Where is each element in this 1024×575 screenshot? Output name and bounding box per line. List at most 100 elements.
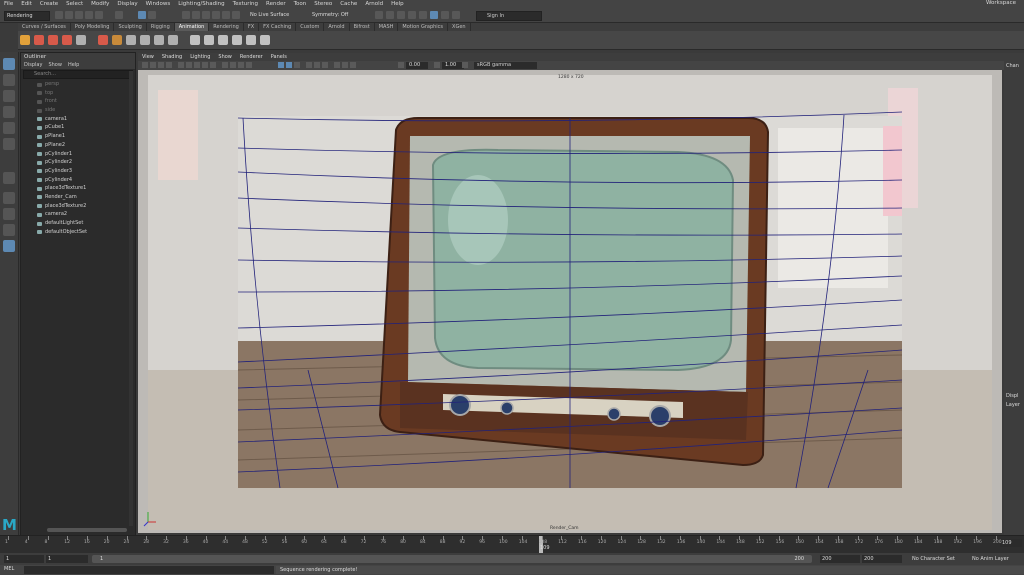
textured-icon[interactable] [278,62,284,68]
outliner-search-input[interactable]: Search... [23,70,133,79]
layout-four-icon[interactable] [3,192,15,204]
undo-icon[interactable] [85,11,93,19]
view-transform-dropdown[interactable]: sRGB gamma [474,62,537,69]
menu-lighting-shading[interactable]: Lighting/Shading [174,1,228,7]
outliner-item[interactable]: pCube1 [21,123,135,132]
outliner-item[interactable]: pPlane1 [21,132,135,141]
menu-arnold[interactable]: Arnold [361,1,387,7]
shelf-tab-fx-caching[interactable]: FX Caching [259,23,297,31]
smooth-shade-icon[interactable] [230,62,236,68]
outliner-item[interactable]: pCylinder1 [21,150,135,159]
key-rotate-icon[interactable] [48,35,58,45]
outliner-item[interactable]: pCylinder2 [21,158,135,167]
layout-single-icon[interactable] [3,172,15,184]
shelf-tab-animation[interactable]: Animation [174,23,210,31]
set-key-icon[interactable] [20,35,30,45]
arnold-ipr-icon[interactable] [441,11,449,19]
menu-toon[interactable]: Toon [290,1,311,7]
command-input[interactable] [24,566,274,574]
snap-grid-icon[interactable] [182,11,190,19]
menu-modify[interactable]: Modify [87,1,113,7]
gate-mask-icon[interactable] [202,62,208,68]
key-scale-icon[interactable] [62,35,72,45]
outliner-item[interactable]: defaultLightSet [21,219,135,228]
film-gate-icon[interactable] [186,62,192,68]
outliner-item[interactable]: camera1 [21,115,135,124]
grid-icon[interactable] [178,62,184,68]
ambient-occlusion-icon[interactable] [306,62,312,68]
isolate-select-icon[interactable] [334,62,340,68]
shelf-tab-xgen[interactable]: XGen [448,23,471,31]
save-scene-icon[interactable] [75,11,83,19]
gamma-icon[interactable] [434,62,440,68]
new-scene-icon[interactable] [55,11,63,19]
xray-icon[interactable] [246,62,252,68]
scale-tool-icon[interactable] [3,138,15,150]
command-language-label[interactable]: MEL [4,566,14,572]
outliner-item[interactable]: place3dTexture2 [21,202,135,211]
symmetry-label[interactable]: Symmetry: Off [312,11,348,19]
dope-sheet-icon[interactable] [112,35,122,45]
rotate-tool-icon[interactable] [3,122,15,134]
outliner-h-scrollbar[interactable] [47,528,127,532]
menu-render[interactable]: Render [262,1,290,7]
render-settings-icon[interactable] [408,11,416,19]
menu-display[interactable]: Display [113,1,141,7]
shelf-tab-arnold[interactable]: Arnold [324,23,350,31]
shelf-tab-curves[interactable]: Curves / Surfaces [18,23,71,31]
workspace-label[interactable]: Workspace [982,0,1020,6]
anim-layer-dropdown[interactable]: No Anim Layer [970,555,1022,563]
menu-help[interactable]: Help [387,1,408,7]
layout-outliner-icon[interactable] [3,224,15,236]
snap-plane-icon[interactable] [212,11,220,19]
orient-constraint-icon[interactable] [218,35,228,45]
snap-curve-icon[interactable] [192,11,200,19]
shelf-tab-rigging[interactable]: Rigging [147,23,175,31]
camera-select-icon[interactable] [142,62,148,68]
scene-start-field[interactable]: 1 [4,555,44,563]
lights-icon[interactable] [286,62,292,68]
open-scene-icon[interactable] [65,11,73,19]
viewport-menu-panels[interactable]: Panels [267,53,291,61]
scale-constraint-icon[interactable] [232,35,242,45]
render-view-icon[interactable] [386,11,394,19]
outliner-item[interactable]: Render_Cam [21,193,135,202]
key-translate-icon[interactable] [34,35,44,45]
camera-attributes-icon[interactable] [150,62,156,68]
menu-texturing[interactable]: Texturing [229,1,262,7]
xray-active-icon[interactable] [350,62,356,68]
character-set-dropdown[interactable]: No Character Set [910,555,968,563]
graph-editor-icon[interactable] [76,35,86,45]
shadows-icon[interactable] [294,62,300,68]
aim-constraint-icon[interactable] [246,35,256,45]
outliner-scrollbar[interactable] [129,71,133,526]
menu-set-dropdown[interactable]: Rendering [4,11,50,21]
field-chart-icon[interactable] [210,62,216,68]
render-frame-icon[interactable] [375,11,383,19]
hypershade-icon[interactable] [419,11,427,19]
outliner-item[interactable]: side [21,106,135,115]
outliner-menu-help[interactable]: Help [65,61,82,69]
snap-center-icon[interactable] [232,11,240,19]
redo-icon[interactable] [95,11,103,19]
arnold-render-icon[interactable] [430,11,438,19]
shelf-tab-rendering[interactable]: Rendering [209,23,244,31]
shelf-tab-custom[interactable]: Custom [296,23,325,31]
parent-constraint-icon[interactable] [190,35,200,45]
outliner-menu-show[interactable]: Show [45,61,65,69]
menu-edit[interactable]: Edit [17,1,36,7]
ipr-render-icon[interactable] [397,11,405,19]
exposure-icon[interactable] [398,62,404,68]
live-surface-label[interactable]: No Live Surface [250,11,289,19]
shelf-tab-fx[interactable]: FX [244,23,260,31]
motion-trail-icon[interactable] [126,35,136,45]
current-frame-field[interactable]: 109 [1000,539,1022,547]
outliner-item[interactable]: persp [21,80,135,89]
outliner-item[interactable]: pCylinder3 [21,167,135,176]
anti-aliasing-icon[interactable] [322,62,328,68]
snap-surface-icon[interactable] [222,11,230,19]
xray-joints-icon[interactable] [342,62,348,68]
path-animation-icon[interactable] [140,35,150,45]
menu-stereo[interactable]: Stereo [310,1,336,7]
bookmark-icon[interactable] [158,62,164,68]
